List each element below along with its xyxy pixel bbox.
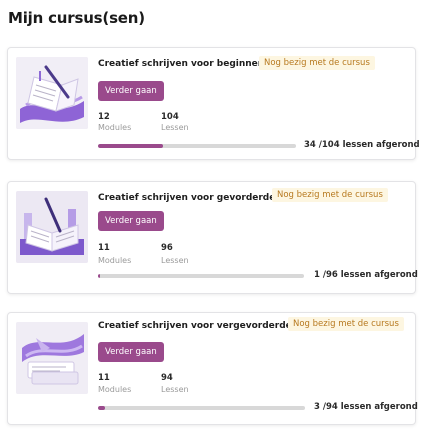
lessons-label: Lessen	[161, 256, 189, 265]
modules-label: Modules	[98, 256, 132, 265]
modules-count: 11	[98, 373, 110, 383]
status-badge: Nog bezig met de cursus	[288, 317, 404, 331]
progress-text: 3 /94 lessen afgerond	[314, 402, 418, 412]
modules-count: 11	[98, 243, 110, 253]
course-card-beginners: Creatief schrijven voor beginners Nog be…	[7, 47, 420, 160]
progress-text: 34 /104 lessen afgerond	[304, 140, 420, 150]
lessons-count: 96	[161, 243, 173, 253]
modules-label: Modules	[98, 385, 132, 394]
lessons-label: Lessen	[161, 123, 189, 132]
status-badge: Nog bezig met de cursus	[259, 56, 375, 70]
lessons-count: 94	[161, 373, 173, 383]
progress-bar-fill	[98, 406, 105, 410]
status-badge: Nog bezig met de cursus	[272, 188, 388, 202]
continue-button[interactable]: Verder gaan	[98, 342, 164, 362]
course-card-vergevorderden: Creatief schrijven voor vergevorderden N…	[7, 312, 418, 425]
course-title[interactable]: Creatief schrijven voor gevorderden	[98, 193, 282, 203]
modules-count: 12	[98, 112, 110, 122]
progress-bar-fill	[98, 274, 101, 278]
lessons-label: Lessen	[161, 385, 189, 394]
progress-bar-fill	[98, 144, 163, 148]
course-thumbnail[interactable]	[16, 191, 88, 263]
continue-button[interactable]: Verder gaan	[98, 81, 164, 101]
course-thumbnail[interactable]	[16, 322, 88, 394]
course-title[interactable]: Creatief schrijven voor vergevorderden	[98, 321, 298, 331]
progress-bar	[98, 274, 304, 278]
continue-button[interactable]: Verder gaan	[98, 211, 164, 231]
progress-bar	[98, 406, 305, 410]
course-card-gevorderden: Creatief schrijven voor gevorderden Nog …	[7, 181, 418, 294]
course-title[interactable]: Creatief schrijven voor beginners	[98, 59, 268, 69]
modules-label: Modules	[98, 123, 132, 132]
page-title: Mijn cursus(sen)	[8, 9, 145, 27]
progress-text: 1 /96 lessen afgerond	[314, 270, 418, 280]
lessons-count: 104	[161, 112, 179, 122]
progress-bar	[98, 144, 296, 148]
course-thumbnail[interactable]	[16, 57, 88, 129]
